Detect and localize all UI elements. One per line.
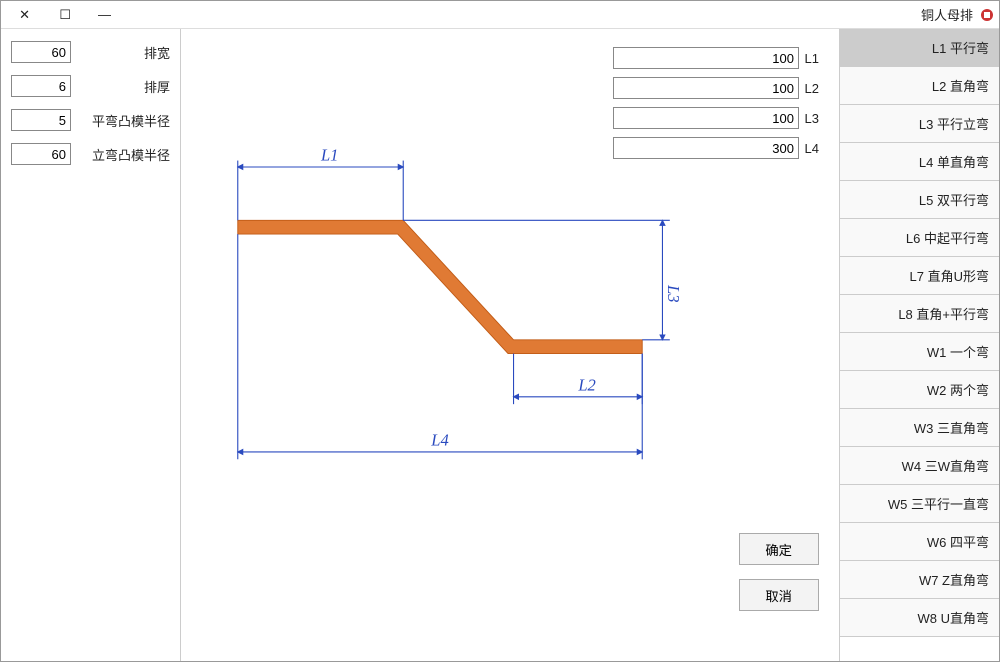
input-thick[interactable] (11, 75, 71, 97)
minimize-button[interactable]: — (85, 2, 125, 28)
label-l1: L1 (805, 51, 819, 66)
input-rvert[interactable] (11, 143, 71, 165)
label-l2: L2 (805, 81, 819, 96)
side-item-w7[interactable]: W7 Z直角弯 (840, 561, 999, 599)
input-width[interactable] (11, 41, 71, 63)
close-button[interactable]: ✕ (5, 2, 45, 28)
side-item-w6[interactable]: W6 四平弯 (840, 523, 999, 561)
label-rflat: 平弯凸模半径 (79, 111, 170, 130)
app-icon (979, 7, 995, 23)
side-item-l7[interactable]: L7 直角U形弯 (840, 257, 999, 295)
side-item-l6[interactable]: L6 中起平行弯 (840, 219, 999, 257)
dim-l3: L3 (664, 284, 679, 302)
right-panel: 排宽 排厚 平弯凸模半径 立弯凸模半径 (1, 29, 181, 661)
main-panel: L1 L2 L3 L4 确定 取消 (181, 29, 839, 661)
cancel-button[interactable]: 取消 (739, 579, 819, 611)
side-item-l4[interactable]: L4 单直角弯 (840, 143, 999, 181)
dim-l2: L2 (577, 375, 595, 394)
input-rflat[interactable] (11, 109, 71, 131)
drawing-area: L1 L2 L3 L4 (201, 47, 679, 651)
dim-l4: L4 (430, 431, 448, 450)
label-rvert: 立弯凸模半径 (79, 145, 170, 164)
sidebar: L1 平行弯 L2 直角弯 L3 平行立弯 L4 单直角弯 L5 双平行弯 L6… (839, 29, 999, 661)
ok-button[interactable]: 确定 (739, 533, 819, 565)
side-item-l8[interactable]: L8 直角+平行弯 (840, 295, 999, 333)
window-title: 铜人母排 (921, 5, 973, 24)
label-l3: L3 (805, 111, 819, 126)
side-item-w1[interactable]: W1 一个弯 (840, 333, 999, 371)
param-column: L1 L2 L3 L4 确定 取消 (699, 47, 819, 651)
side-item-w8[interactable]: W8 U直角弯 (840, 599, 999, 637)
side-item-l2[interactable]: L2 直角弯 (840, 67, 999, 105)
side-item-l1[interactable]: L1 平行弯 (840, 29, 999, 67)
shape-diagram: L1 L2 L3 L4 (201, 47, 679, 651)
side-item-l5[interactable]: L5 双平行弯 (840, 181, 999, 219)
app-window: 铜人母排 — ☐ ✕ L1 平行弯 L2 直角弯 L3 平行立弯 L4 单直角弯… (0, 0, 1000, 662)
dim-l1: L1 (320, 146, 338, 165)
side-item-w5[interactable]: W5 三平行一直弯 (840, 485, 999, 523)
side-item-l3[interactable]: L3 平行立弯 (840, 105, 999, 143)
label-width: 排宽 (79, 43, 170, 62)
titlebar: 铜人母排 — ☐ ✕ (1, 1, 999, 29)
maximize-button[interactable]: ☐ (45, 2, 85, 28)
label-l4: L4 (805, 141, 819, 156)
shape-body (238, 220, 642, 353)
label-thick: 排厚 (79, 77, 170, 96)
side-item-w3[interactable]: W3 三直角弯 (840, 409, 999, 447)
side-item-w2[interactable]: W2 两个弯 (840, 371, 999, 409)
side-item-w4[interactable]: W4 三W直角弯 (840, 447, 999, 485)
content: L1 平行弯 L2 直角弯 L3 平行立弯 L4 单直角弯 L5 双平行弯 L6… (1, 29, 999, 661)
